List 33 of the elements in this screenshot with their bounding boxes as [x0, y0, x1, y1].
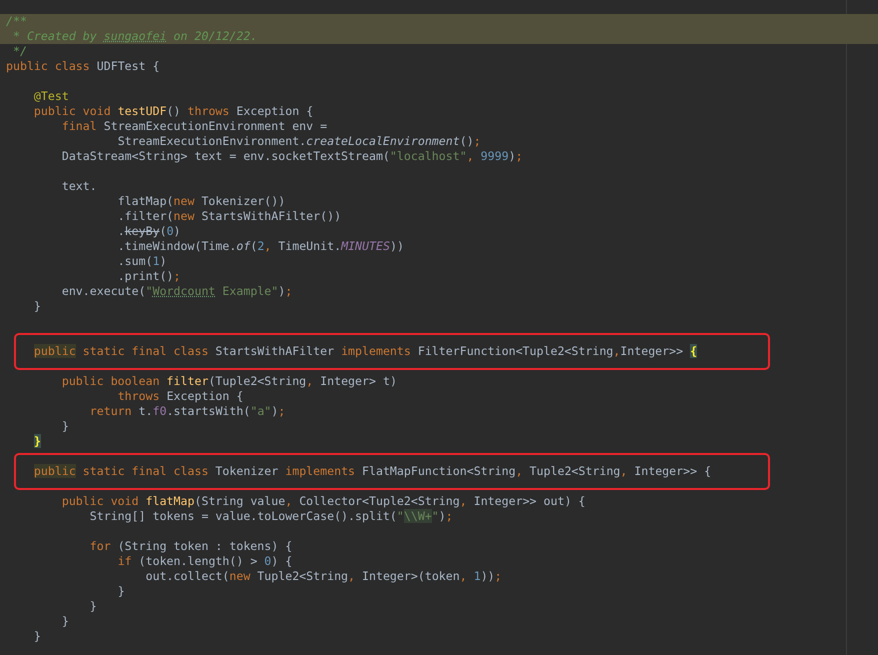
code-line: public class UDFTest {: [6, 59, 160, 74]
code-line: final StreamExecutionEnvironment env =: [60, 119, 328, 134]
code-line: * Created by sungaofei on 20/12/22.: [12, 29, 258, 44]
code-line: public void flatMap(String value, Collector<Tuple2<String, Integer>> out) {: [60, 494, 586, 509]
code-line: return t.f0.startsWith("a");: [88, 404, 286, 419]
code-line: public static final class Tokenizer implements FlatMapFunction<String, Tuple2<String, Integer>> {: [32, 464, 712, 479]
code-line: }: [32, 299, 41, 314]
code-line: StreamExecutionEnvironment.createLocalEnvironment();: [116, 134, 481, 149]
code-line: /**: [6, 14, 27, 29]
code-line: }: [60, 419, 69, 434]
code-line: out.collect(new Tuple2<String, Integer>(token, 1));: [144, 569, 502, 584]
code-line: DataStream<String> text = env.socketTextStream("localhost", 9999);: [60, 149, 523, 164]
code-line: .print();: [116, 269, 181, 284]
code-line: public void testUDF() throws Exception {: [32, 104, 314, 119]
code-line: String[] tokens = value.toLowerCase().split("\\W+");: [88, 509, 453, 524]
code-line: throws Exception {: [116, 389, 244, 404]
code-line: .filter(new StartsWithAFilter()): [116, 209, 342, 224]
code-line: if (token.length() > 0) {: [116, 554, 292, 569]
code-line: */: [12, 44, 27, 59]
code-line: }: [88, 599, 97, 614]
code-line: }: [32, 629, 41, 644]
code-line: env.execute("Wordcount Example");: [60, 284, 292, 299]
code-line: public boolean filter(Tuple2<String, Integer> t): [60, 374, 397, 389]
code-line: text.: [60, 179, 97, 194]
code-line: for (String token : tokens) {: [88, 539, 292, 554]
code-line: @Test: [32, 89, 69, 104]
code-line: flatMap(new Tokenizer()): [116, 194, 286, 209]
code-line: .timeWindow(Time.of(2, TimeUnit.MINUTES)): [116, 239, 404, 254]
code-line: .keyBy(0): [116, 224, 181, 239]
code-line: public static final class StartsWithAFilter implements FilterFunction<Tuple2<String,Integer>> {: [32, 344, 698, 359]
code-line: }: [60, 614, 69, 629]
code-line: .sum(1): [116, 254, 167, 269]
code-line: }: [116, 584, 125, 599]
